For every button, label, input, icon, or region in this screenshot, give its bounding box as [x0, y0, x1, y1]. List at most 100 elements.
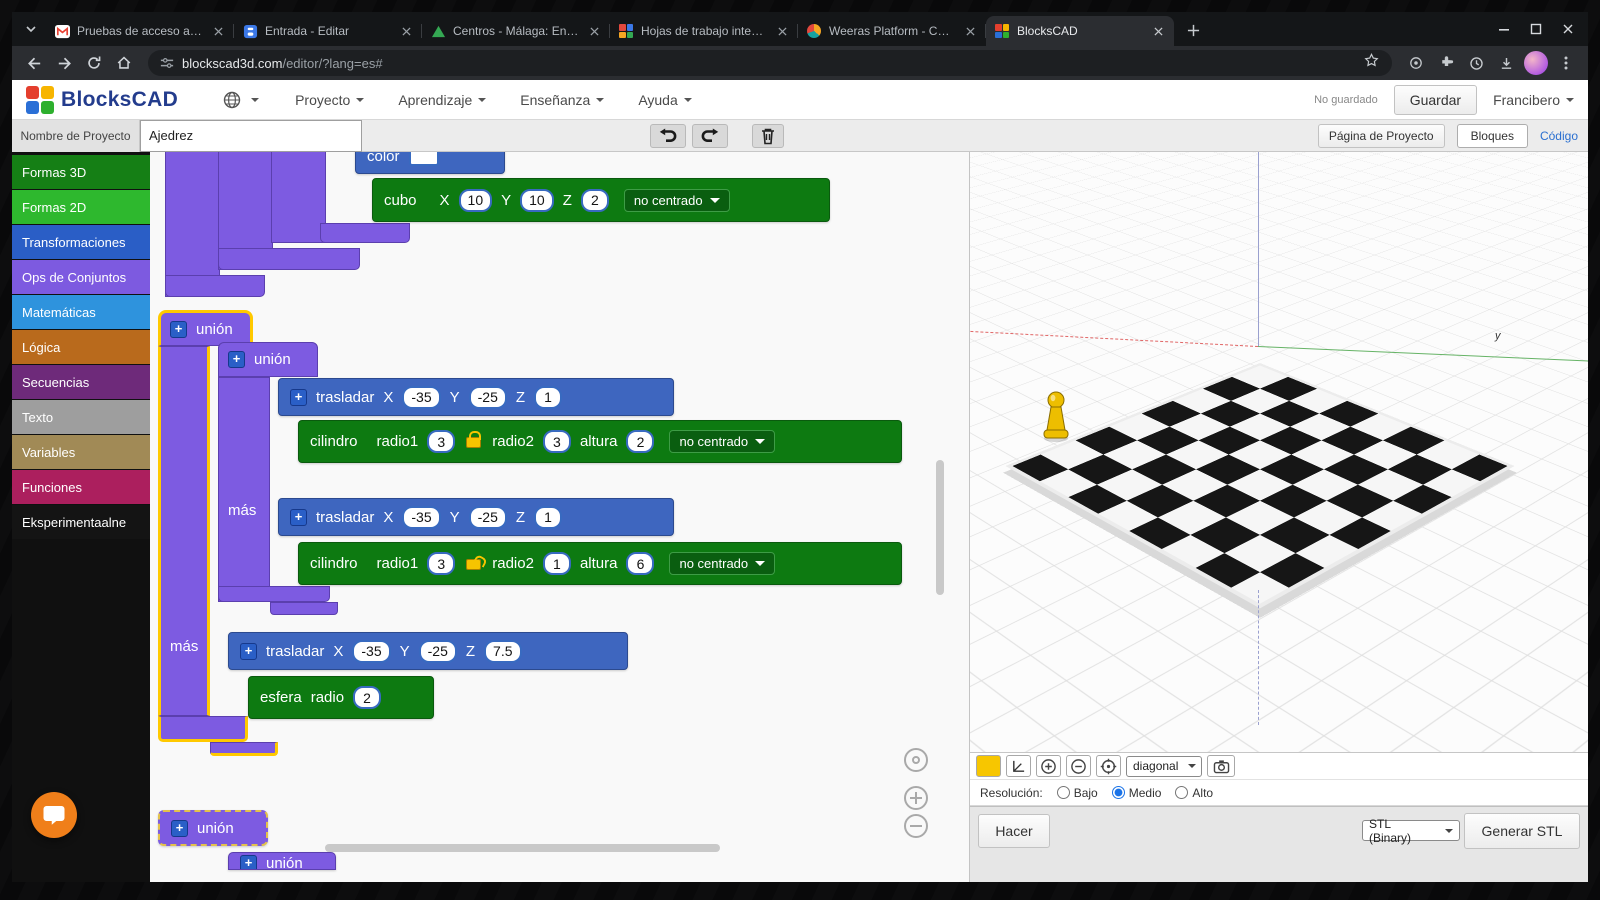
resolution-radio[interactable]	[1057, 786, 1070, 799]
union-inner-foot[interactable]	[218, 586, 330, 602]
minimize-button[interactable]	[1492, 17, 1516, 41]
save-button[interactable]: Guardar	[1394, 85, 1477, 115]
chat-widget-button[interactable]	[31, 792, 77, 838]
union-inner-tab[interactable]	[270, 602, 338, 615]
block-stack-partial[interactable]	[320, 223, 410, 243]
resolution-option-bajo[interactable]: Bajo	[1057, 786, 1098, 800]
mutator-plus-button[interactable]: +	[228, 351, 245, 368]
zoom-in-button[interactable]	[904, 786, 928, 810]
union-outer-tab[interactable]	[210, 742, 278, 756]
blockly-workspace[interactable]: color cubo X 10 Y 10 Z 2 no centrado + u…	[150, 152, 968, 882]
vertical-scrollbar[interactable]	[936, 460, 944, 595]
mutator-plus-button[interactable]: +	[290, 389, 307, 406]
union-bottom-block-2[interactable]: + unión	[228, 852, 336, 870]
translate-block-1[interactable]: + trasladar X -35 Y -25 Z 1	[278, 378, 674, 416]
history-icon[interactable]	[1462, 49, 1490, 77]
sidebar-item-eksperimentaalne[interactable]: Eksperimentaalne	[12, 505, 150, 539]
translate-block-3[interactable]: + trasladar X -35 Y -25 Z 7.5	[228, 632, 628, 670]
cylinder-h-field[interactable]: 6	[626, 552, 654, 575]
block-stack-partial[interactable]	[271, 152, 326, 243]
sidebar-item-variables[interactable]: Variables	[12, 435, 150, 469]
stl-format-select[interactable]: STL (Binary)	[1362, 820, 1460, 841]
view-angle-select[interactable]: diagonal	[1126, 756, 1202, 777]
screenshot-button[interactable]	[1207, 755, 1235, 777]
cylinder-r1-field[interactable]: 3	[427, 552, 455, 575]
menu-aprendizaje[interactable]: Aprendizaje	[398, 92, 486, 108]
home-button[interactable]	[110, 49, 138, 77]
translate-y-field[interactable]: -25	[469, 506, 507, 529]
cylinder-r2-field[interactable]: 3	[543, 430, 571, 453]
project-page-button[interactable]: Página de Proyecto	[1318, 124, 1445, 148]
viewport-zoom-in-button[interactable]	[1036, 755, 1061, 777]
cube-centered-dropdown[interactable]: no centrado	[624, 189, 730, 212]
union-outer-block[interactable]: + unión	[158, 310, 253, 346]
mutator-plus-button[interactable]: +	[290, 509, 307, 526]
translate-block-2[interactable]: + trasladar X -35 Y -25 Z 1	[278, 498, 674, 536]
lock-open-icon[interactable]	[466, 559, 481, 570]
cube-x-field[interactable]: 10	[459, 189, 493, 212]
sidebar-item-formas-2d[interactable]: Formas 2D	[12, 190, 150, 224]
tab-close-icon[interactable]	[774, 23, 790, 39]
menu-ensenanza[interactable]: Enseñanza	[520, 92, 604, 108]
cylinder-r2-field[interactable]: 1	[543, 552, 571, 575]
view-reset-button[interactable]	[1096, 755, 1121, 777]
extensions-puzzle-icon[interactable]	[1432, 49, 1460, 77]
bookmark-star-icon[interactable]	[1363, 52, 1380, 74]
union-inner-spine[interactable]	[218, 377, 270, 602]
cylinder-r1-field[interactable]: 3	[427, 430, 455, 453]
browser-menu-icon[interactable]	[1552, 49, 1580, 77]
resolution-radio[interactable]	[1112, 786, 1125, 799]
new-tab-button[interactable]	[1180, 17, 1206, 43]
downloads-icon[interactable]	[1492, 49, 1520, 77]
generate-stl-button[interactable]: Generar STL	[1464, 813, 1580, 849]
resolution-option-medio[interactable]: Medio	[1112, 786, 1162, 800]
tab-close-icon[interactable]	[398, 23, 414, 39]
trash-button[interactable]	[752, 124, 784, 148]
user-menu[interactable]: Francibero	[1493, 92, 1574, 108]
tab-codigo[interactable]: Código	[1540, 129, 1578, 143]
horizontal-scrollbar[interactable]	[325, 844, 720, 852]
translate-y-field[interactable]: -25	[469, 386, 507, 409]
lock-closed-icon[interactable]	[466, 437, 481, 448]
blockscad-logo[interactable]: BlocksCAD	[26, 86, 178, 114]
zoom-reset-button[interactable]	[904, 748, 928, 772]
cube-z-field[interactable]: 2	[581, 189, 609, 212]
sphere-block[interactable]: esfera radio 2	[248, 676, 434, 719]
profile-avatar[interactable]	[1522, 49, 1550, 77]
tab-centros[interactable]: Centros - Málaga: Entrar al s	[422, 16, 610, 46]
axes-toggle-button[interactable]	[1006, 755, 1031, 777]
menu-ayuda[interactable]: Ayuda	[638, 92, 691, 108]
cube-block[interactable]: cubo X 10 Y 10 Z 2 no centrado	[372, 178, 830, 222]
viewport-3d[interactable]: y	[970, 152, 1588, 752]
resolution-radio[interactable]	[1175, 786, 1188, 799]
back-button[interactable]	[20, 49, 48, 77]
tab-close-icon[interactable]	[586, 23, 602, 39]
tab-close-icon[interactable]	[210, 23, 226, 39]
cylinder-block-1[interactable]: cilindro radio1 3 radio2 3 altura 2 no c…	[298, 420, 902, 463]
tab-hojas[interactable]: Hojas de trabajo interactivas	[610, 16, 798, 46]
sidebar-item-ops-de-conjuntos[interactable]: Ops de Conjuntos	[12, 260, 150, 294]
color-block[interactable]: color	[355, 152, 505, 174]
cylinder-centered-dropdown[interactable]: no centrado	[669, 430, 775, 453]
cylinder-centered-dropdown[interactable]: no centrado	[669, 552, 775, 575]
sidebar-item-funciones[interactable]: Funciones	[12, 470, 150, 504]
union-inner-block[interactable]: + unión	[218, 342, 318, 377]
translate-x-field[interactable]: -35	[352, 640, 390, 663]
color-swatch-field[interactable]	[409, 152, 439, 166]
render-button[interactable]: Hacer	[978, 814, 1050, 848]
viewport-zoom-out-button[interactable]	[1066, 755, 1091, 777]
tab-search-button[interactable]	[20, 16, 42, 42]
tab-entrada[interactable]: Entrada - Editar	[234, 16, 422, 46]
site-settings-icon[interactable]	[160, 56, 174, 70]
translate-z-field[interactable]: 1	[534, 386, 562, 409]
mutator-plus-button[interactable]: +	[240, 643, 257, 660]
cube-y-field[interactable]: 10	[520, 189, 554, 212]
maximize-button[interactable]	[1524, 17, 1548, 41]
zoom-out-button[interactable]	[904, 814, 928, 838]
project-name-input[interactable]	[140, 120, 362, 152]
extension-icon[interactable]	[1402, 49, 1430, 77]
translate-x-field[interactable]: -35	[402, 506, 440, 529]
tab-bloques[interactable]: Bloques	[1457, 124, 1528, 148]
forward-button[interactable]	[50, 49, 78, 77]
tab-weeras[interactable]: Weeras Platform - Contenido	[798, 16, 986, 46]
